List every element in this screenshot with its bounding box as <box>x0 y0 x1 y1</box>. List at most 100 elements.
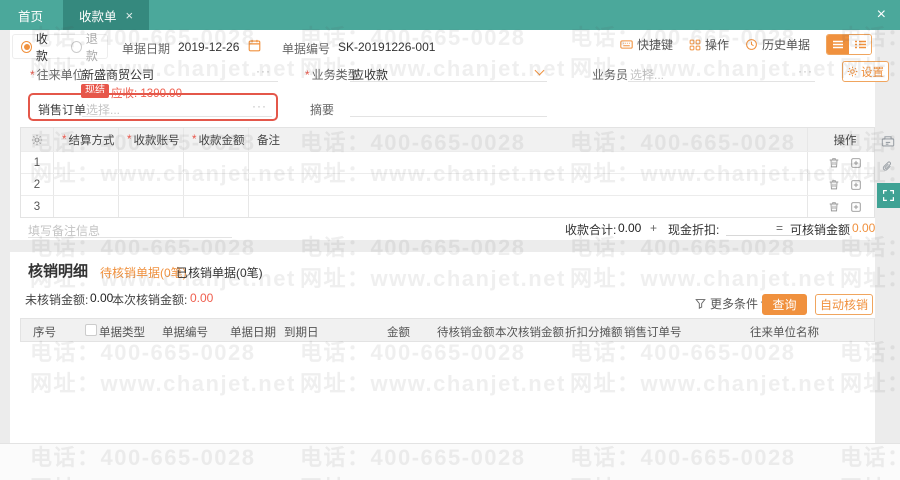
tab-verified-vouchers[interactable]: 已核销单据(0笔) <box>176 264 263 281</box>
voucher-type-group: 收款 退款 <box>12 32 108 63</box>
salesman-label: 业务员 <box>592 68 629 82</box>
verify-section-title: 核销明细 <box>28 263 89 280</box>
header-settle-method: * 结算方式 <box>53 128 118 151</box>
list-view-toggle-active[interactable] <box>827 35 849 54</box>
receipt-radio-label: 收款 <box>35 31 48 63</box>
radio-unselected-icon <box>71 40 82 53</box>
delete-row-icon[interactable] <box>828 179 840 191</box>
salesman-picker-ellipsis-icon[interactable]: ··· <box>798 64 813 78</box>
settle-method-cell[interactable] <box>53 152 118 173</box>
row-actions <box>807 152 874 173</box>
unverified-amount-label: 未核销金额: <box>25 293 89 307</box>
receipt-account-cell[interactable] <box>118 174 183 195</box>
settings-label: 设置 <box>861 66 884 79</box>
receipt-amount-cell[interactable] <box>183 174 248 195</box>
tab-pending-vouchers[interactable]: 待核销单据(0笔) <box>100 264 187 281</box>
col-amount: 金额 <box>387 327 410 339</box>
receipt-account-cell[interactable] <box>118 196 183 217</box>
sales-order-label: 销售订单 <box>38 103 87 117</box>
insert-row-icon[interactable] <box>850 157 862 169</box>
customer-field-underline <box>80 81 278 82</box>
expand-tile[interactable] <box>877 183 900 208</box>
history-label: 历史单据 <box>761 38 810 52</box>
col-doc-no: 单据编号 <box>162 327 208 339</box>
current-verify-amount-label: 本次核销金额: <box>112 293 188 307</box>
tab-close-icon[interactable]: × <box>126 8 134 23</box>
tab-receipt-voucher[interactable]: 收款单 × <box>63 0 150 30</box>
verify-table-header: 序号 单据类型 单据编号 单据日期 到期日 金额 待核销金额 本次核销金额 折扣… <box>20 318 875 342</box>
current-verify-amount-value: 0.00 <box>190 291 214 305</box>
settle-method-cell[interactable] <box>53 174 118 195</box>
plus-sign: + <box>650 221 658 235</box>
expand-icon <box>883 190 894 201</box>
delete-row-icon[interactable] <box>828 201 840 213</box>
col-due-date: 到期日 <box>284 327 319 339</box>
row-number: 1 <box>33 156 41 169</box>
doc-date-value[interactable]: 2019-12-26 <box>178 40 239 54</box>
col-doc-type: 单据类型 <box>99 327 145 339</box>
insert-row-icon[interactable] <box>850 201 862 213</box>
equals-sign: = <box>776 221 784 235</box>
cash-discount-label: 现金折扣: <box>668 223 720 237</box>
payment-table-header: * 结算方式 * 收款账号 * 收款金额 备注 操作 <box>21 128 874 151</box>
unverified-amount-value: 0.00 <box>90 291 114 305</box>
calendar-icon[interactable] <box>248 39 261 52</box>
refund-radio[interactable]: 退款 <box>71 30 107 64</box>
history-button[interactable]: 历史单据 <box>745 36 810 53</box>
note-cell[interactable] <box>248 174 807 195</box>
settings-button[interactable]: 设置 <box>842 61 889 82</box>
doc-no-value: SK-20191226-001 <box>338 40 436 54</box>
summary-label: 摘要 <box>310 103 335 117</box>
tab-receipt-label: 收款单 <box>79 9 117 24</box>
payment-lines-table: * 结算方式 * 收款账号 * 收款金额 备注 操作 1 2 3 <box>20 127 875 218</box>
more-filters-button[interactable]: 更多条件 <box>695 295 770 312</box>
sales-order-picker-ellipsis-icon[interactable]: ··· <box>252 99 267 113</box>
keyboard-icon <box>620 38 633 51</box>
row-actions <box>807 196 874 217</box>
note-cell[interactable] <box>248 152 807 173</box>
receipt-radio[interactable]: 收款 <box>21 30 57 64</box>
doc-date-label: 单据日期 <box>122 42 171 56</box>
column-settings-gear-icon[interactable] <box>21 128 53 151</box>
header-receipt-amount: * 收款金额 <box>183 128 248 151</box>
receipt-amount-cell[interactable] <box>183 152 248 173</box>
attachment-icon[interactable] <box>881 160 894 173</box>
col-seq: 序号 <box>33 327 56 339</box>
receipt-account-cell[interactable] <box>118 152 183 173</box>
detail-view-toggle[interactable] <box>849 35 871 54</box>
funnel-icon <box>695 298 706 309</box>
more-filters-label: 更多条件 <box>710 297 759 311</box>
col-discount-share: 折扣分摊额 <box>565 327 623 339</box>
print-icon[interactable] <box>881 135 895 149</box>
col-pending-amount: 待核销金额 <box>437 327 495 339</box>
auto-verify-button[interactable]: 自动核销 <box>815 294 873 315</box>
doc-no-label: 单据编号 <box>282 42 331 56</box>
sales-order-field-underline <box>82 116 272 117</box>
row-number: 3 <box>33 200 41 213</box>
select-all-checkbox[interactable] <box>85 324 97 336</box>
biz-type-field-underline <box>350 81 547 82</box>
col-sales-order-no: 销售订单号 <box>624 327 682 339</box>
delete-row-icon[interactable] <box>828 157 840 169</box>
header-receipt-account: * 收款账号 <box>118 128 183 151</box>
col-customer-name: 往来单位名称 <box>750 327 819 339</box>
header-action: 操作 <box>807 128 874 151</box>
payment-row-1: 1 <box>21 151 874 173</box>
tab-home[interactable]: 首页 <box>0 0 63 30</box>
remark-underline <box>28 237 232 238</box>
window-close-icon[interactable]: × <box>877 0 886 30</box>
receipt-amount-cell[interactable] <box>183 196 248 217</box>
history-clock-icon <box>745 38 758 51</box>
settle-method-cell[interactable] <box>53 196 118 217</box>
operations-button[interactable]: 操作 <box>689 36 729 53</box>
note-cell[interactable] <box>248 196 807 217</box>
receipt-total-value: 0.00 <box>618 221 642 235</box>
customer-picker-ellipsis-icon[interactable]: ··· <box>256 64 271 78</box>
col-doc-date: 单据日期 <box>230 327 276 339</box>
insert-row-icon[interactable] <box>850 179 862 191</box>
col-current-amount: 本次核销金额 <box>495 327 564 339</box>
list-lines-icon <box>833 40 843 49</box>
shortcut-keys-button[interactable]: 快捷键 <box>620 36 673 53</box>
refund-radio-label: 退款 <box>85 31 98 63</box>
query-button[interactable]: 查询 <box>762 294 807 315</box>
